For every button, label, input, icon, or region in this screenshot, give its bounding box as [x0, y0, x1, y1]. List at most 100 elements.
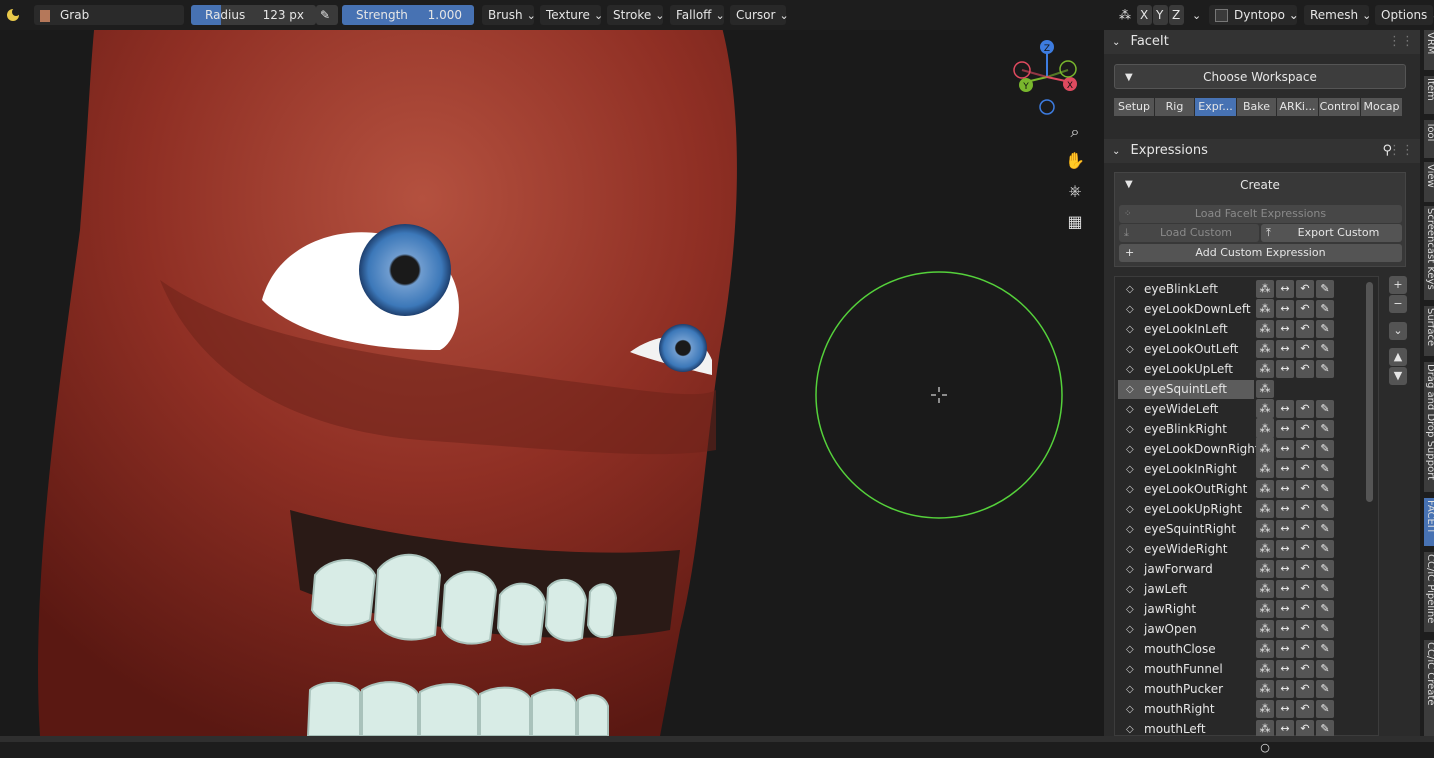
list-item[interactable]: ◇ eyeBlinkLeft ⁂↔↶✎✕: [1118, 280, 1354, 317]
expression-name[interactable]: eyeSquintRight: [1144, 520, 1236, 539]
remove-expression-button[interactable]: −: [1389, 295, 1407, 313]
eyedropper-icon[interactable]: ✎: [1316, 280, 1334, 298]
expression-name[interactable]: eyeSquintLeft: [1144, 380, 1227, 399]
expression-name[interactable]: eyeLookUpRight: [1144, 500, 1242, 519]
move-up-button[interactable]: ▲: [1389, 348, 1407, 366]
sidebar-tab-screencastkeys[interactable]: Screencast Keys: [1424, 206, 1434, 300]
symmetry-options-menu[interactable]: [1186, 5, 1202, 25]
reset-icon[interactable]: ↶: [1296, 580, 1314, 598]
load-faceit-expressions-button[interactable]: ⁘ Load FaceIt Expressions: [1119, 205, 1402, 223]
eyedropper-icon[interactable]: ✎: [1316, 560, 1334, 578]
faceit-target-icon[interactable]: ⁂: [1256, 660, 1274, 678]
expression-name[interactable]: eyeLookOutLeft: [1144, 340, 1238, 359]
faceit-target-icon[interactable]: ⁂: [1256, 400, 1274, 418]
dyntopo-toggle[interactable]: Dyntopo ⌄: [1209, 5, 1299, 25]
mirror-icon[interactable]: ↔: [1276, 400, 1294, 418]
expression-name[interactable]: eyeLookDownRight: [1144, 440, 1260, 459]
export-custom-expressions-button[interactable]: ⤒ Export Custom Expres...: [1261, 224, 1402, 257]
mirror-icon[interactable]: ↔: [1276, 580, 1294, 598]
mirror-icon[interactable]: ↔: [1276, 620, 1294, 638]
mirror-y-toggle[interactable]: Y: [1153, 5, 1168, 25]
eyedropper-icon[interactable]: ✎: [1316, 480, 1334, 498]
mirror-icon[interactable]: ↔: [1276, 600, 1294, 618]
eyedropper-icon[interactable]: ✎: [1316, 640, 1334, 658]
brush-selector[interactable]: Grab: [34, 5, 184, 25]
faceit-target-icon[interactable]: ⁂: [1256, 580, 1274, 598]
reset-icon[interactable]: ↶: [1296, 640, 1314, 658]
mirror-icon[interactable]: ↔: [1276, 340, 1294, 358]
eyedropper-icon[interactable]: ✎: [1316, 620, 1334, 638]
expression-name[interactable]: mouthFunnel: [1144, 660, 1223, 679]
expression-name[interactable]: jawLeft: [1144, 580, 1187, 599]
faceit-target-icon[interactable]: ⁂: [1256, 640, 1274, 658]
collapse-chevron-icon[interactable]: ⌄: [1112, 37, 1120, 48]
mirror-icon[interactable]: ↔: [1276, 480, 1294, 498]
mirror-icon[interactable]: ↔: [1276, 520, 1294, 538]
eyedropper-icon[interactable]: ✎: [1316, 300, 1334, 318]
tab-control[interactable]: Control: [1319, 98, 1360, 116]
sidebar-tab-vrm[interactable]: VRM: [1424, 30, 1434, 70]
reset-icon[interactable]: ↶: [1296, 320, 1314, 338]
move-down-button[interactable]: ▼: [1389, 367, 1407, 385]
reset-icon[interactable]: ↶: [1296, 440, 1314, 458]
expression-name[interactable]: mouthPucker: [1144, 680, 1223, 699]
eyedropper-icon[interactable]: ✎: [1316, 580, 1334, 598]
list-item[interactable]: ◇ eyeSquintRight ⁂↔↶✎○: [1118, 520, 1354, 554]
faceit-target-icon[interactable]: ⁂: [1256, 340, 1274, 358]
reset-icon[interactable]: ↶: [1296, 460, 1314, 478]
faceit-target-icon[interactable]: ⁂: [1256, 280, 1274, 298]
texture-menu[interactable]: Texture: [540, 5, 601, 25]
eyedropper-icon[interactable]: ✎: [1316, 400, 1334, 418]
eyedropper-icon[interactable]: ✎: [1316, 320, 1334, 338]
load-custom-expressions-button[interactable]: ⤓ Load Custom Express...: [1119, 224, 1259, 257]
mirror-icon[interactable]: ↔: [1276, 560, 1294, 578]
cursor-menu[interactable]: Cursor: [730, 5, 786, 25]
expression-name[interactable]: mouthRight: [1144, 700, 1215, 719]
3d-viewport[interactable]: Z Y X ⌕ ✋ ⎈ ▦: [0, 30, 1104, 736]
eyedropper-icon[interactable]: ✎: [1316, 500, 1334, 518]
eyedropper-icon[interactable]: ✎: [1316, 340, 1334, 358]
reset-icon[interactable]: ↶: [1296, 340, 1314, 358]
faceit-target-icon[interactable]: ⁂: [1256, 600, 1274, 618]
tab-expr[interactable]: Expr...: [1195, 98, 1236, 116]
sidebar-tab-ccicpipeline[interactable]: CC/iC Pipeline: [1424, 552, 1434, 632]
expression-name[interactable]: eyeLookInLeft: [1144, 320, 1228, 339]
reset-icon[interactable]: ↶: [1296, 540, 1314, 558]
specials-menu-button[interactable]: ⌄: [1389, 322, 1407, 340]
list-item[interactable]: ◇ mouthClose ⁂↔↶✎○: [1118, 640, 1354, 674]
strength-slider[interactable]: Strength 1.000: [342, 5, 474, 25]
faceit-target-icon[interactable]: ⁂: [1256, 320, 1274, 338]
tab-rig[interactable]: Rig: [1155, 98, 1194, 116]
brush-menu[interactable]: Brush: [482, 5, 534, 25]
list-item[interactable]: ◇ eyeLookOutRight ⁂↔↶✎○: [1118, 480, 1354, 514]
mirror-x-toggle[interactable]: X: [1137, 5, 1152, 25]
faceit-target-icon[interactable]: ⁂: [1256, 540, 1274, 558]
list-item[interactable]: ◇ eyeLookInLeft ⁂↔↶✎○: [1118, 320, 1354, 354]
faceit-target-icon[interactable]: ⁂: [1256, 520, 1274, 538]
create-header[interactable]: ▼ Create: [1115, 173, 1405, 197]
list-item[interactable]: ◇ eyeLookInRight ⁂↔↶✎○: [1118, 460, 1354, 494]
mirror-icon[interactable]: ↔: [1276, 420, 1294, 438]
zoom-icon[interactable]: ⌕: [1064, 121, 1086, 143]
faceit-target-icon[interactable]: ⁂: [1256, 440, 1274, 458]
faceit-target-icon[interactable]: ⁂: [1256, 480, 1274, 498]
faceit-target-icon[interactable]: ⁂: [1256, 300, 1274, 318]
list-item[interactable]: ◇ jawOpen ⁂↔↶✎○: [1118, 620, 1354, 654]
mirror-icon[interactable]: ↔: [1276, 280, 1294, 298]
eyedropper-icon[interactable]: ✎: [1316, 440, 1334, 458]
sidebar-tab-draganddropsupport[interactable]: Drag and Drop Support: [1424, 362, 1434, 492]
list-item[interactable]: ◇ eyeWideRight ⁂↔↶✎○: [1118, 540, 1354, 574]
sidebar-tab-view[interactable]: View: [1424, 162, 1434, 202]
list-item[interactable]: ◇ eyeLookDownLeft ⁂↔↶✎○: [1118, 300, 1354, 334]
list-item[interactable]: ◇ eyeWideLeft ⁂↔↶✎○: [1118, 400, 1354, 434]
reset-icon[interactable]: ↶: [1296, 700, 1314, 718]
list-item[interactable]: ◇ eyeSquintLeft ⁂↔↶✎✕: [1118, 380, 1274, 474]
list-item[interactable]: ◇ mouthPucker ⁂↔↶✎○: [1118, 680, 1354, 714]
eyedropper-icon[interactable]: ✎: [1316, 680, 1334, 698]
eyedropper-icon[interactable]: ✎: [1316, 360, 1334, 378]
tab-mocap[interactable]: Mocap: [1361, 98, 1402, 116]
expressions-panel-header[interactable]: ⌄ Expressions ⚲ ⋮⋮: [1104, 139, 1420, 163]
mirror-icon[interactable]: ↔: [1276, 540, 1294, 558]
expression-name[interactable]: eyeLookOutRight: [1144, 480, 1247, 499]
list-item[interactable]: ◇ mouthRight ⁂↔↶✎○: [1118, 700, 1354, 734]
